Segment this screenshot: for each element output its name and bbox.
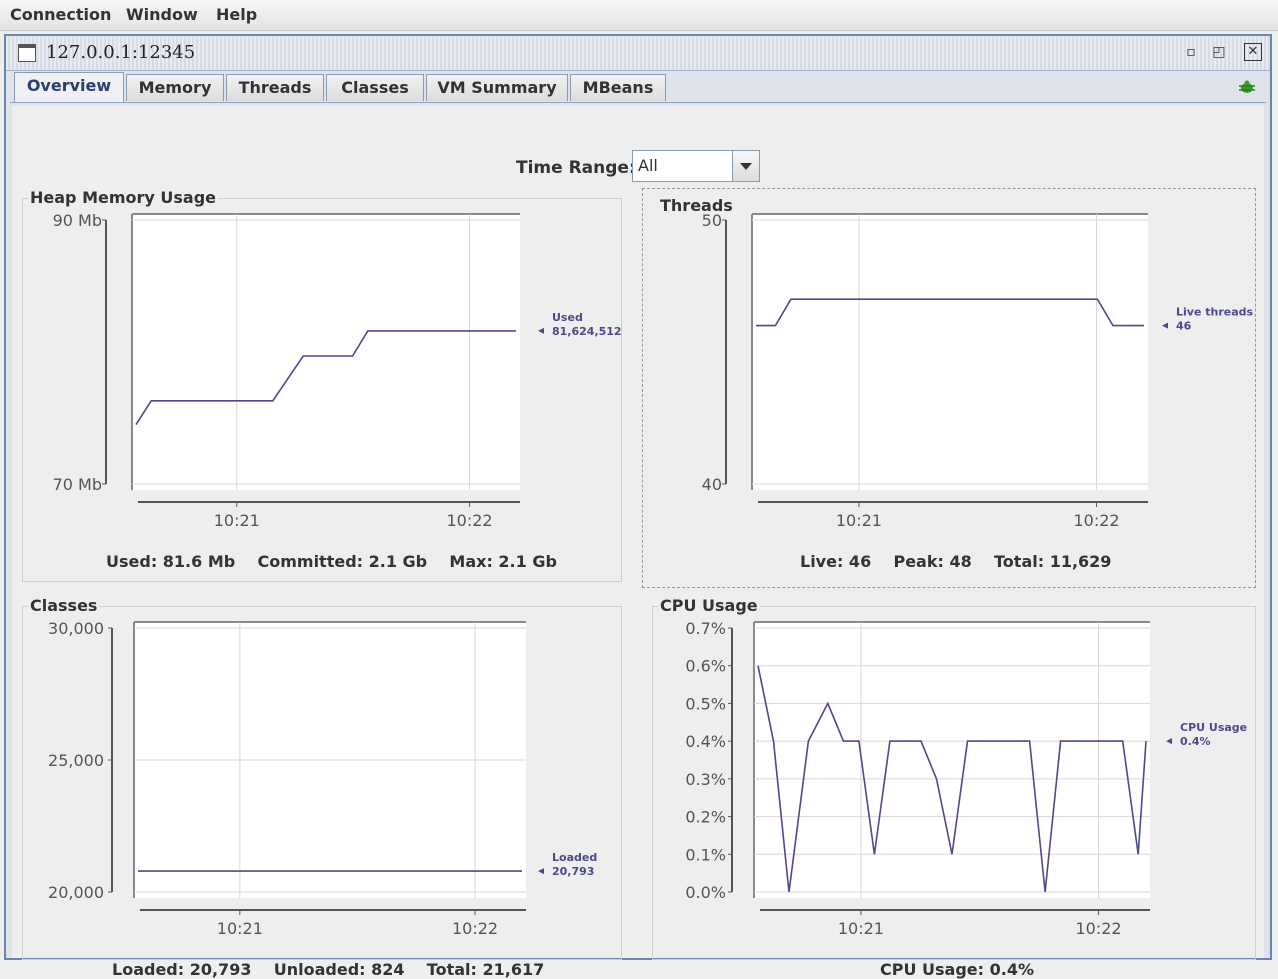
- legend-name: Loaded: [552, 851, 597, 864]
- y-tick-label: 0.1%: [685, 845, 726, 864]
- window-icon: [18, 44, 36, 62]
- legend-value: 0.4%: [1180, 735, 1211, 748]
- x-tick-label: 10:22: [1073, 511, 1119, 530]
- cpu-footer: CPU Usage: 0.4%: [880, 960, 1034, 979]
- legend-marker: [538, 868, 544, 875]
- tab-classes[interactable]: Classes: [326, 74, 424, 101]
- y-tick-label: 25,000: [48, 751, 104, 770]
- y-tick-label: 20,000: [48, 883, 104, 902]
- tab-overview[interactable]: Overview: [14, 72, 124, 102]
- heap-footer: Used: 81.6 Mb Committed: 2.1 Gb Max: 2.1…: [106, 552, 557, 571]
- tab-bar: Overview Memory Threads Classes VM Summa…: [10, 70, 1266, 103]
- legend-value: 20,793: [552, 865, 594, 878]
- x-tick-label: 10:22: [452, 919, 498, 938]
- y-tick-label: 0.3%: [685, 770, 726, 789]
- x-tick-label: 10:21: [836, 511, 882, 530]
- menu-connection[interactable]: Connection: [10, 5, 111, 24]
- close-icon[interactable]: ✕: [1244, 43, 1262, 61]
- maximize-icon[interactable]: ◰: [1210, 43, 1228, 61]
- cpu-chart: 0.7% 0.6% 0.5% 0.4% 0.3% 0.2% 0.1% 0.0% 10:21 10:…: [685, 619, 1247, 938]
- legend-value: 46: [1176, 320, 1192, 333]
- minimize-icon[interactable]: ▫: [1182, 43, 1200, 61]
- connection-status-icon: [1239, 80, 1255, 93]
- threads-chart: 50 40 10:21 10:22 Live threads46: [702, 211, 1254, 530]
- tab-mbeans[interactable]: MBeans: [570, 74, 666, 101]
- plot-area: [752, 214, 1148, 490]
- heap-panel-title: Heap Memory Usage: [28, 188, 219, 207]
- window-title: 127.0.0.1:12345: [46, 42, 196, 63]
- cpu-panel: CPU Usage 0.7% 0.6% 0.5% 0.4% 0.3% 0.2% 0.1% 0.…: [642, 596, 1258, 979]
- tab-vm-summary[interactable]: VM Summary: [426, 74, 568, 101]
- legend-name: CPU Usage: [1180, 721, 1247, 734]
- internal-frame: 127.0.0.1:12345 ▫ ◰ ✕ Overview Memory Th…: [4, 34, 1272, 979]
- heap-memory-panel: Heap Memory Usage 90 Mb 70 Mb 10:21 10:22 Us…: [22, 188, 628, 588]
- time-range-label: Time Range:: [516, 158, 636, 178]
- y-tick-label: 0.2%: [685, 808, 726, 827]
- threads-panel: Threads 50 40 10:21 10:22 Live threads 46 Liv…: [642, 188, 1258, 588]
- chevron-down-icon[interactable]: [732, 151, 759, 181]
- threads-footer: Live: 46 Peak: 48 Total: 11,629: [800, 552, 1112, 571]
- x-tick-label: 10:21: [217, 919, 263, 938]
- x-tick-label: 10:22: [447, 511, 493, 530]
- menu-bar: Connection Window Help: [0, 0, 1278, 31]
- y-tick-label: 50: [702, 211, 722, 230]
- legend-marker: [1162, 322, 1168, 329]
- y-tick-label: 0.5%: [685, 694, 726, 713]
- heap-chart: 90 Mb 70 Mb 10:21 10:22 Used81,624,512: [53, 211, 622, 530]
- legend-marker: [1166, 738, 1172, 745]
- x-tick-label: 10:21: [838, 919, 884, 938]
- y-tick-label: 0.4%: [685, 732, 726, 751]
- legend-value: 81,624,512: [552, 325, 622, 338]
- y-tick-label: 40: [702, 475, 722, 494]
- overview-content: Time Range: All Heap Memory Usage 90 Mb 7…: [12, 106, 1264, 979]
- frame-title-bar[interactable]: 127.0.0.1:12345 ▫ ◰ ✕: [6, 36, 1270, 71]
- y-tick-label: 90 Mb: [53, 211, 102, 230]
- x-tick-label: 10:21: [214, 511, 260, 530]
- y-tick-label: 0.0%: [685, 883, 726, 902]
- plot-area: [132, 214, 520, 490]
- classes-panel: Classes 30,000 25,000 20,000 10:21 10:22 Load…: [22, 596, 628, 979]
- y-tick-label: 30,000: [48, 619, 104, 638]
- time-range-select[interactable]: All: [632, 150, 760, 182]
- y-tick-label: 70 Mb: [53, 475, 102, 494]
- classes-footer: Loaded: 20,793 Unloaded: 824 Total: 21,6…: [112, 960, 545, 979]
- tab-threads[interactable]: Threads: [226, 74, 324, 101]
- legend-name: Live threads: [1176, 306, 1254, 319]
- y-tick-label: 0.6%: [685, 657, 726, 676]
- time-range-value: All: [638, 156, 658, 175]
- menu-help[interactable]: Help: [216, 5, 257, 24]
- classes-chart: 30,000 25,000 20,000 10:21 10:22 Loaded20,793: [48, 619, 597, 938]
- legend-name: Used: [552, 311, 583, 324]
- plot-area: [754, 622, 1150, 898]
- y-tick-label: 0.7%: [685, 619, 726, 638]
- tab-memory[interactable]: Memory: [126, 74, 224, 101]
- menu-window[interactable]: Window: [126, 5, 198, 24]
- x-tick-label: 10:22: [1075, 919, 1121, 938]
- cpu-panel-title: CPU Usage: [658, 596, 760, 615]
- classes-panel-title: Classes: [28, 596, 100, 615]
- legend-marker: [538, 327, 544, 334]
